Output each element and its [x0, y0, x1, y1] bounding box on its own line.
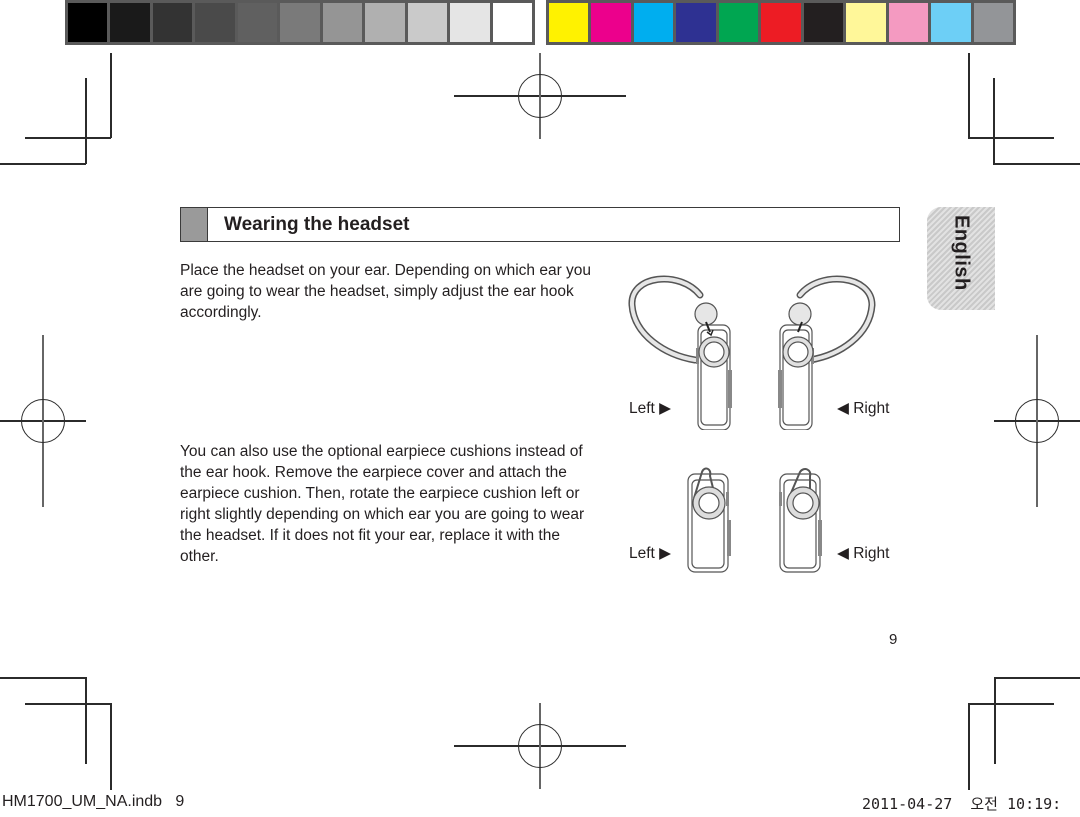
- process-swatch: [633, 3, 674, 42]
- label-right-cushion: ◀ Right: [837, 545, 890, 562]
- page-number: 9: [889, 631, 898, 648]
- paragraph-ear-hook: Place the headset on your ear. Depending…: [180, 262, 592, 321]
- process-swatch: [761, 3, 801, 42]
- process-color-bar: [546, 0, 1016, 45]
- process-swatch: [676, 3, 716, 42]
- process-swatch: [931, 3, 971, 42]
- headset-right-cushion-illustration: [779, 468, 822, 573]
- slug-filename: HM1700_UM_NA.indb: [2, 793, 163, 810]
- process-swatch: [846, 3, 886, 42]
- grayscale-swatch: [365, 3, 405, 42]
- slug-date: 2011-04-27: [862, 795, 953, 813]
- process-swatch: [973, 3, 1013, 42]
- grayscale-swatch: [110, 3, 150, 42]
- language-tab-label: English: [950, 215, 973, 291]
- language-tab: English: [927, 207, 995, 310]
- label-left-cushion: Left ▶: [629, 545, 672, 562]
- process-swatch: [888, 3, 929, 42]
- grayscale-swatch: [152, 3, 193, 42]
- grayscale-swatch: [68, 3, 108, 42]
- grayscale-swatch: [322, 3, 363, 42]
- slug-file: HM1700_UM_NA.indb 9: [2, 793, 184, 811]
- process-swatch: [803, 3, 844, 42]
- grayscale-swatch: [195, 3, 235, 42]
- process-swatch: [549, 3, 589, 42]
- paragraph-cushion: You can also use the optional earpiece c…: [180, 443, 585, 565]
- grayscale-swatch: [280, 3, 320, 42]
- headset-left-cushion-illustration: [687, 467, 731, 573]
- grayscale-swatch: [237, 3, 278, 42]
- label-left-ear-hook: Left ▶: [629, 400, 672, 417]
- grayscale-swatch: [407, 3, 448, 42]
- slug-timestamp: 2011-04-27 오전 10:19:: [862, 793, 1061, 814]
- grayscale-swatch: [450, 3, 490, 42]
- grayscale-swatch: [492, 3, 532, 42]
- grayscale-color-bar: [65, 0, 535, 45]
- section-title: Wearing the headset: [224, 214, 410, 235]
- heading-marker: [181, 208, 208, 241]
- label-right-ear-hook: ◀ Right: [837, 400, 890, 417]
- slug-ampm: 오전: [970, 795, 998, 813]
- slug-time: 10:19:: [1007, 795, 1062, 813]
- process-swatch: [591, 3, 631, 42]
- process-swatch: [718, 3, 759, 42]
- slug-file-page: 9: [175, 793, 185, 810]
- section-heading: Wearing the headset: [180, 207, 900, 242]
